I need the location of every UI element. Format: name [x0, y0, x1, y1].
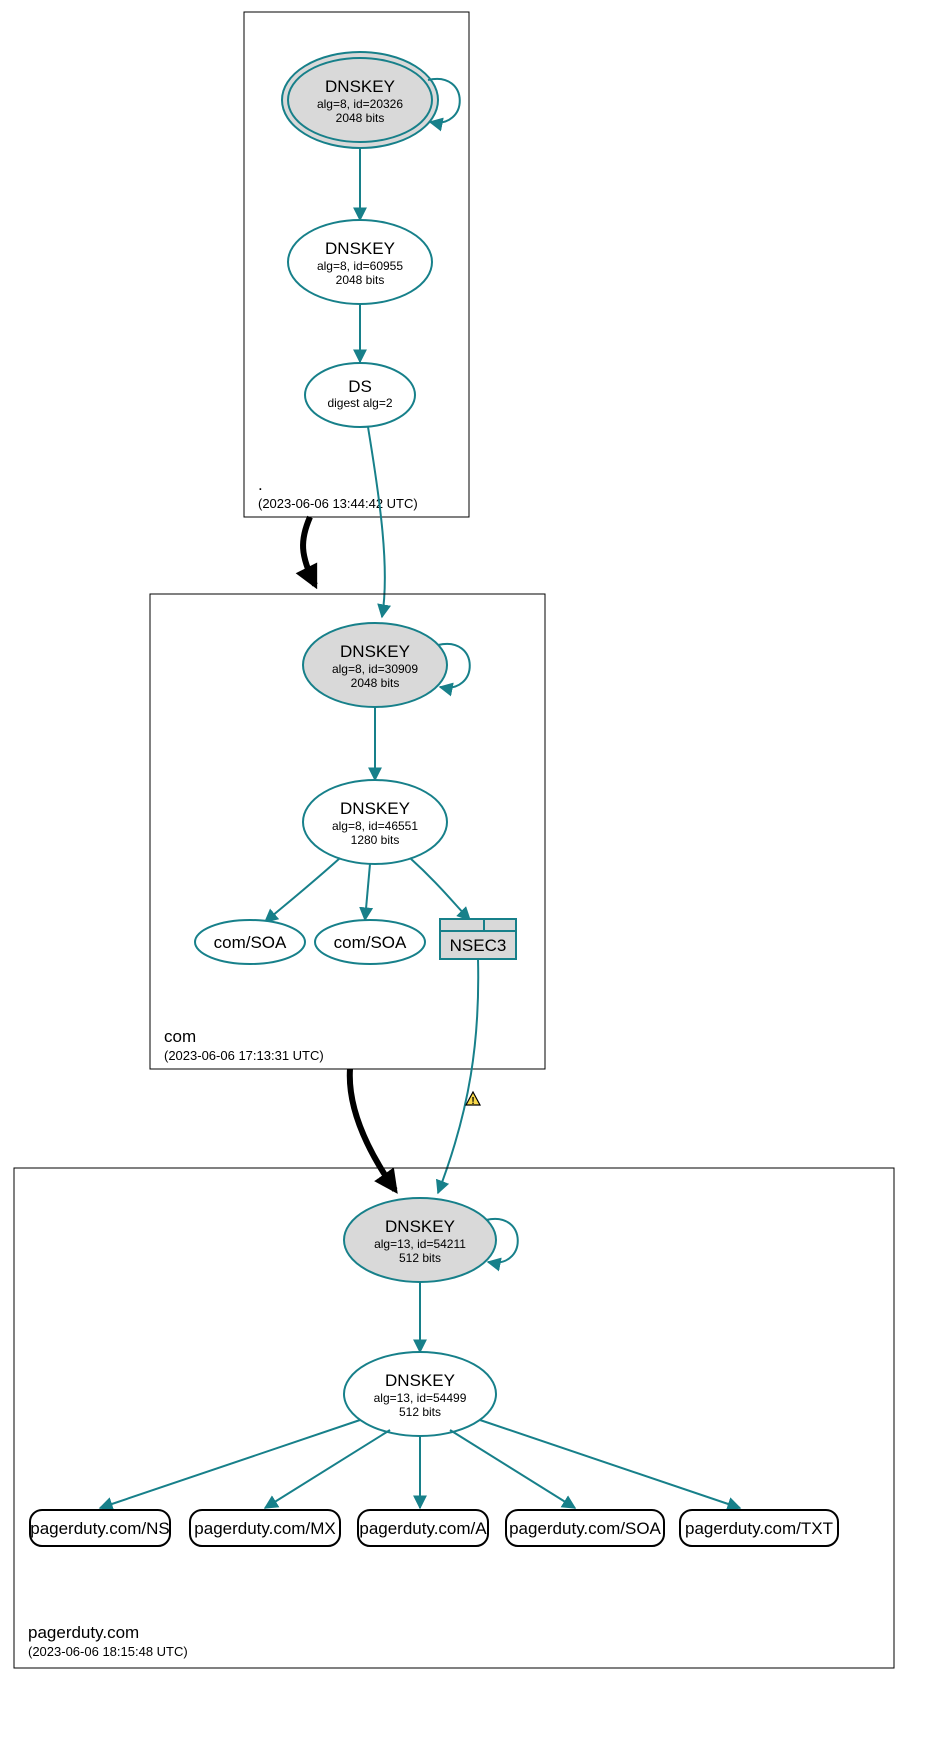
- svg-text:DNSKEY: DNSKEY: [340, 799, 410, 818]
- svg-text:2048 bits: 2048 bits: [336, 273, 385, 287]
- svg-text:digest alg=2: digest alg=2: [327, 396, 392, 410]
- svg-text:1280 bits: 1280 bits: [351, 833, 400, 847]
- svg-text:pagerduty.com/TXT: pagerduty.com/TXT: [685, 1519, 833, 1538]
- node-pd-txt: pagerduty.com/TXT: [680, 1510, 838, 1546]
- node-com-nsec3: NSEC3: [440, 919, 516, 959]
- dnssec-diagram: . (2023-06-06 13:44:42 UTC) DNSKEY alg=8…: [0, 0, 931, 1749]
- svg-text:pagerduty.com/A: pagerduty.com/A: [359, 1519, 487, 1538]
- node-pd-ksk: DNSKEY alg=13, id=54211 512 bits: [344, 1198, 496, 1282]
- zone-timestamp-com: (2023-06-06 17:13:31 UTC): [164, 1048, 324, 1063]
- node-pd-soa: pagerduty.com/SOA: [506, 1510, 664, 1546]
- zone-name-com: com: [164, 1027, 196, 1046]
- svg-text:alg=8, id=46551: alg=8, id=46551: [332, 819, 418, 833]
- svg-text:com/SOA: com/SOA: [334, 933, 407, 952]
- zone-timestamp-pagerduty: (2023-06-06 18:15:48 UTC): [28, 1644, 188, 1659]
- svg-text:alg=8, id=60955: alg=8, id=60955: [317, 259, 403, 273]
- edge-pd-zsk-mx: [265, 1430, 390, 1508]
- node-root-ds: DS digest alg=2: [305, 363, 415, 427]
- svg-text:DNSKEY: DNSKEY: [325, 239, 395, 258]
- node-root-zsk: DNSKEY alg=8, id=60955 2048 bits: [288, 220, 432, 304]
- edge-com-zsk-soa2: [365, 864, 370, 920]
- node-pd-ns: pagerduty.com/NS: [30, 1510, 170, 1546]
- node-com-zsk: DNSKEY alg=8, id=46551 1280 bits: [303, 780, 447, 864]
- edge-nsec3-pdksk: [438, 959, 478, 1193]
- svg-text:pagerduty.com/NS: pagerduty.com/NS: [30, 1519, 170, 1538]
- edge-pd-zsk-ns: [100, 1420, 360, 1508]
- svg-text:DNSKEY: DNSKEY: [385, 1371, 455, 1390]
- svg-text:!: !: [471, 1096, 474, 1107]
- edge-com-zsk-soa1: [265, 858, 340, 922]
- svg-text:2048 bits: 2048 bits: [351, 676, 400, 690]
- svg-text:DNSKEY: DNSKEY: [385, 1217, 455, 1236]
- edge-pd-zsk-soa: [450, 1430, 575, 1508]
- svg-text:alg=13, id=54499: alg=13, id=54499: [374, 1391, 467, 1405]
- node-pd-mx: pagerduty.com/MX: [190, 1510, 340, 1546]
- edge-ds-comksk: [368, 427, 385, 617]
- edge-root-to-com-deleg: [303, 517, 315, 585]
- svg-text:DS: DS: [348, 377, 372, 396]
- svg-text:alg=8, id=30909: alg=8, id=30909: [332, 662, 418, 676]
- zone-name-pagerduty: pagerduty.com: [28, 1623, 139, 1642]
- svg-text:2048 bits: 2048 bits: [336, 111, 385, 125]
- node-pd-a: pagerduty.com/A: [358, 1510, 488, 1546]
- edge-com-zsk-nsec3: [410, 858, 470, 920]
- node-com-ksk: DNSKEY alg=8, id=30909 2048 bits: [303, 623, 447, 707]
- svg-text:DNSKEY: DNSKEY: [325, 77, 395, 96]
- node-pd-zsk: DNSKEY alg=13, id=54499 512 bits: [344, 1352, 496, 1436]
- edge-pd-zsk-txt: [480, 1420, 740, 1508]
- svg-text:pagerduty.com/MX: pagerduty.com/MX: [194, 1519, 335, 1538]
- edge-com-to-pd-deleg: [350, 1069, 395, 1190]
- node-com-soa2: com/SOA: [315, 920, 425, 964]
- zone-timestamp-root: (2023-06-06 13:44:42 UTC): [258, 496, 418, 511]
- svg-text:NSEC3: NSEC3: [450, 936, 507, 955]
- svg-text:pagerduty.com/SOA: pagerduty.com/SOA: [509, 1519, 661, 1538]
- node-root-ksk: DNSKEY alg=8, id=20326 2048 bits: [282, 52, 438, 148]
- svg-text:DNSKEY: DNSKEY: [340, 642, 410, 661]
- zone-name-root: .: [258, 475, 263, 494]
- svg-text:alg=8, id=20326: alg=8, id=20326: [317, 97, 403, 111]
- svg-text:alg=13, id=54211: alg=13, id=54211: [374, 1237, 466, 1251]
- svg-text:com/SOA: com/SOA: [214, 933, 287, 952]
- svg-text:512 bits: 512 bits: [399, 1405, 441, 1419]
- svg-text:512 bits: 512 bits: [399, 1251, 441, 1265]
- node-com-soa1: com/SOA: [195, 920, 305, 964]
